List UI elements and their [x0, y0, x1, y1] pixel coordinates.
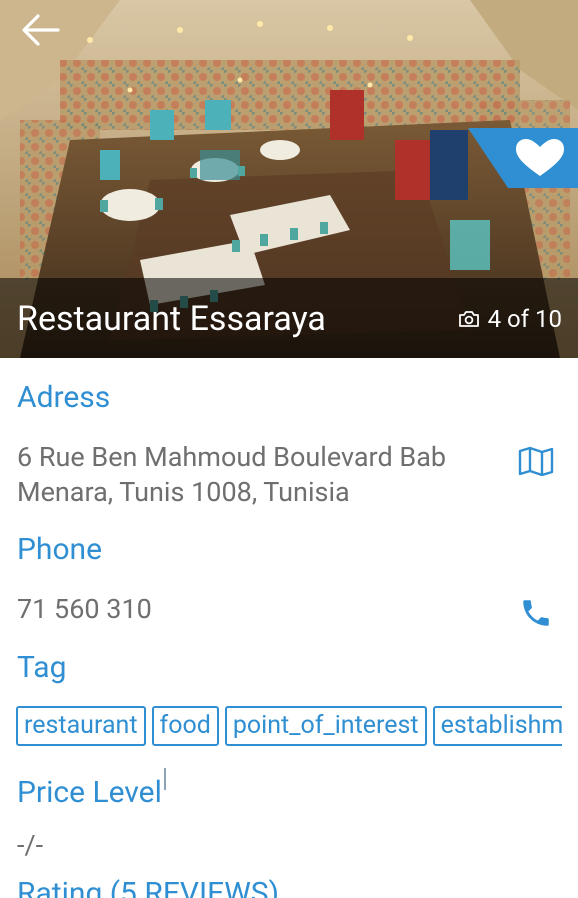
- tag-chip-point-of-interest[interactable]: point_of_interest: [224, 706, 427, 746]
- tag-list: restaurant food point_of_interest establish…: [16, 706, 562, 748]
- price-level-label: Price Level: [17, 775, 162, 810]
- address-label: Adress: [17, 380, 111, 415]
- price-level-value: -/-: [17, 829, 44, 861]
- phone-icon[interactable]: [519, 596, 553, 630]
- tag-chip-establishment[interactable]: establishment: [432, 706, 562, 746]
- rating-label: Rating (5 REVIEWS): [17, 876, 280, 898]
- arrow-left-icon[interactable]: [18, 12, 66, 52]
- address-line-2: Menara, Tunis 1008, Tunisia: [17, 476, 350, 508]
- tag-label: Tag: [17, 650, 67, 685]
- favorite-button[interactable]: [468, 128, 578, 188]
- camera-icon: [458, 311, 479, 327]
- place-title: Restaurant Essaraya: [17, 299, 326, 339]
- photo-counter[interactable]: 4 of 10: [458, 302, 562, 336]
- map-icon[interactable]: [518, 446, 554, 476]
- hero-photo[interactable]: Restaurant Essaraya 4 of 10: [0, 0, 578, 358]
- price-level-heading: Price Level: [17, 768, 166, 811]
- address-text[interactable]: 6 Rue Ben Mahmoud Boulevard Bab Menara, …: [17, 440, 507, 510]
- tag-chip-restaurant[interactable]: restaurant: [16, 706, 146, 746]
- tag-chip-food[interactable]: food: [151, 706, 219, 746]
- place-detail-screen: Restaurant Essaraya 4 of 10 Adress 6 Rue…: [0, 0, 578, 898]
- phone-label: Phone: [17, 532, 103, 567]
- photo-counter-text: 4 of 10: [487, 305, 562, 333]
- phone-number[interactable]: 71 560 310: [17, 592, 152, 627]
- address-line-1: 6 Rue Ben Mahmoud Boulevard Bab: [17, 441, 447, 473]
- text-cursor: [163, 768, 166, 790]
